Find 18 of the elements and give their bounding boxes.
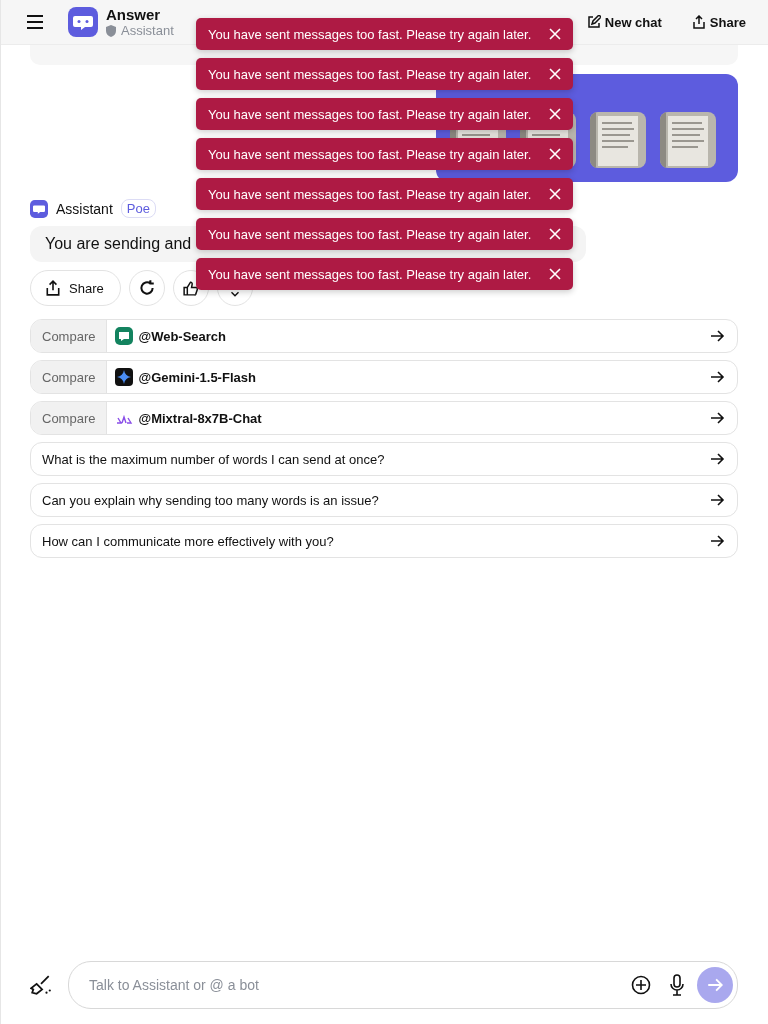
- toast-message: You have sent messages too fast. Please try again later.: [208, 266, 532, 282]
- bot-name: Assistant: [56, 200, 113, 217]
- toast-message: You have sent messages too fast. Please try again later.: [208, 66, 532, 82]
- toast-message: You have sent messages too fast. Please try again later.: [208, 146, 532, 162]
- toast-message: You have sent messages too fast. Please try again later.: [208, 26, 532, 42]
- toast-message: You have sent messages too fast. Please try again later.: [208, 226, 532, 242]
- toast-message: You have sent messages too fast. Please try again later.: [208, 186, 532, 202]
- compare-label: Compare: [31, 361, 108, 393]
- compare-label: Compare: [31, 320, 108, 352]
- chat-title: Answer: [106, 6, 162, 23]
- message-text: You are sending and: [45, 235, 192, 252]
- bot-handle: @Mixtral-8x7B-Chat: [138, 410, 262, 426]
- platform-badge: Poe: [120, 199, 156, 218]
- bot-name: Assistant: [121, 23, 174, 38]
- bot-handle: @Gemini-1.5-Flash: [138, 369, 256, 385]
- toast-message: You have sent messages too fast. Please try again later.: [208, 106, 532, 122]
- bot-handle: @Web-Search: [138, 328, 227, 344]
- compare-label: Compare: [31, 402, 108, 434]
